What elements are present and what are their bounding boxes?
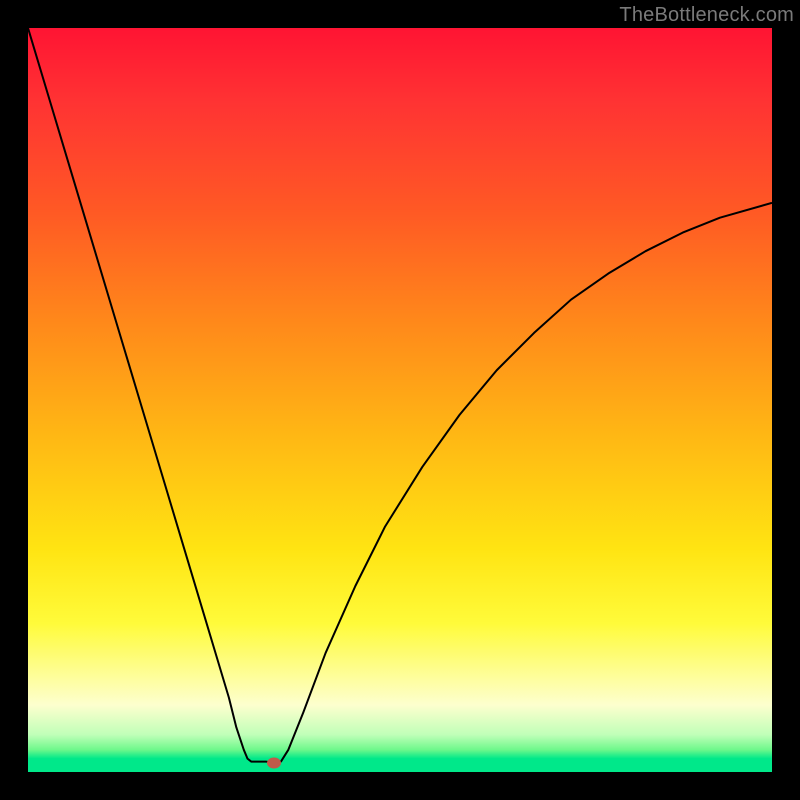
- watermark-text: TheBottleneck.com: [619, 4, 794, 27]
- bottleneck-curve: [28, 28, 772, 763]
- min-marker: [267, 758, 281, 769]
- curve-layer: [28, 28, 772, 772]
- plot-area: [28, 28, 772, 772]
- chart-frame: TheBottleneck.com: [0, 0, 800, 800]
